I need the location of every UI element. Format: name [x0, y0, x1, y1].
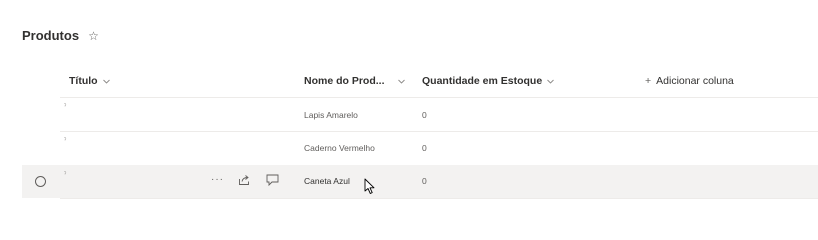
plus-icon: +	[645, 75, 652, 87]
column-header-row: Título Nome do Prod... Quantidade em Est…	[0, 67, 818, 97]
nome-cell[interactable]: Caneta Azul	[304, 176, 350, 186]
chevron-down-icon	[397, 78, 405, 85]
table-row[interactable]: ˀ Caderno Vermelho 0	[0, 132, 818, 165]
add-column-label: Adicionar coluna	[656, 75, 734, 87]
add-column-button[interactable]: + Adicionar coluna	[645, 75, 734, 87]
column-header-nome-do-produto[interactable]: Nome do Prod...	[304, 75, 405, 87]
nome-cell: Lapis Amarelo	[304, 110, 358, 120]
quantidade-cell: 0	[422, 143, 427, 153]
chevron-down-icon	[547, 78, 555, 85]
title-cell[interactable]: ˀ	[64, 103, 66, 110]
chevron-down-icon	[102, 78, 110, 85]
more-options-icon[interactable]: ···	[211, 174, 224, 185]
comment-icon[interactable]	[266, 174, 279, 186]
column-header-titulo[interactable]: Título	[69, 75, 110, 87]
title-cell[interactable]: ˀ	[64, 137, 66, 144]
divider	[60, 198, 818, 199]
column-header-label: Quantidade em Estoque	[422, 75, 543, 87]
quantidade-cell: 0	[422, 110, 427, 120]
quantidade-cell: 0	[422, 176, 427, 186]
table-row[interactable]: ˀ Lapis Amarelo 0	[0, 98, 818, 131]
column-header-label: Nome do Prod...	[304, 75, 385, 87]
row-select-radio[interactable]	[35, 176, 46, 187]
list-header: Produtos ☆	[22, 28, 99, 43]
title-cell[interactable]: ˀ	[64, 171, 66, 178]
page-title: Produtos	[22, 28, 80, 43]
column-header-quantidade[interactable]: Quantidade em Estoque	[422, 75, 555, 87]
star-outline-icon[interactable]: ☆	[88, 30, 99, 42]
share-icon[interactable]	[238, 174, 250, 186]
column-header-label: Título	[69, 75, 98, 87]
table-row[interactable]: ˀ ··· Caneta Azul 0	[22, 165, 818, 198]
mouse-pointer-icon	[364, 178, 376, 200]
nome-cell: Caderno Vermelho	[304, 143, 375, 153]
